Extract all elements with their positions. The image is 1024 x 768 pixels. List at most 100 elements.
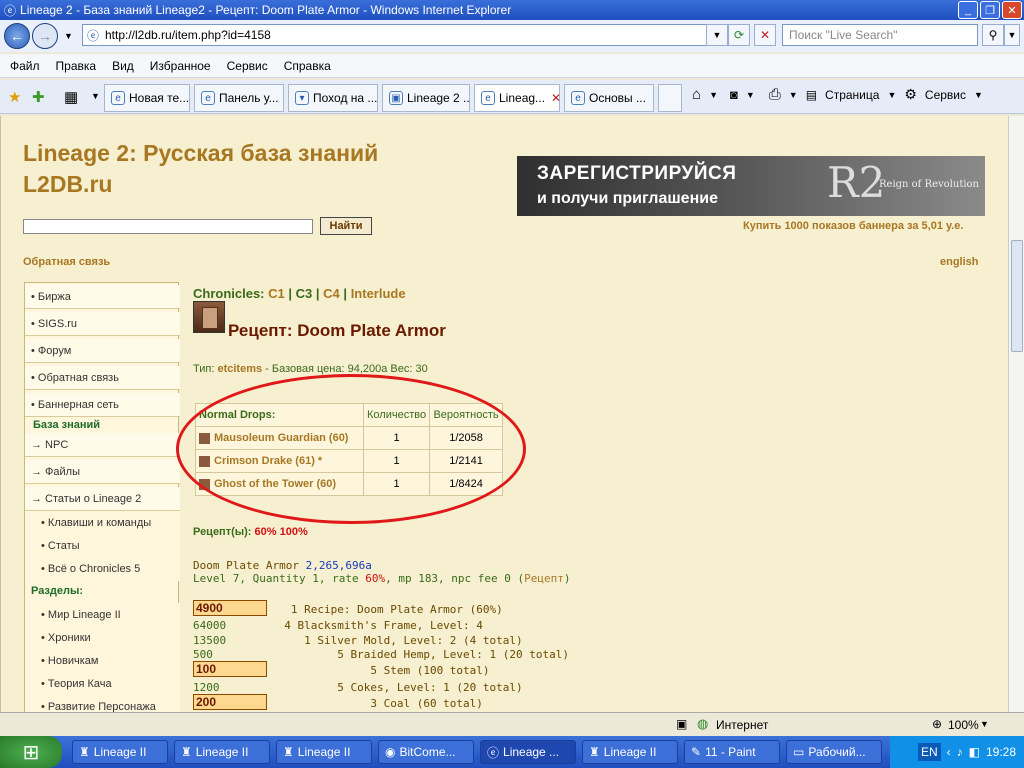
chronicle-c4-link[interactable]: C4 bbox=[323, 286, 340, 301]
taskbar-item[interactable]: ♜ Lineage II bbox=[582, 740, 678, 764]
tools-menu-button[interactable]: Сервис bbox=[925, 88, 966, 102]
tab-pohod[interactable]: ▾ Поход на ... bbox=[288, 84, 378, 112]
menu-favorites[interactable]: Избранное bbox=[150, 59, 211, 73]
window-title: Lineage 2 - База знаний Lineage2 - Рецеп… bbox=[20, 3, 512, 17]
sidebar-item-files[interactable]: → Файлы bbox=[25, 460, 180, 484]
sidebar-item-sigs[interactable]: • SIGS.ru bbox=[25, 312, 180, 336]
sidebar-item-articles[interactable]: → Статьи о Lineage 2 bbox=[25, 487, 180, 511]
tab-close-icon[interactable]: ✕ bbox=[551, 91, 559, 105]
stop-button[interactable]: ✕ bbox=[754, 24, 776, 46]
maximize-button[interactable]: ❐ bbox=[980, 1, 1000, 19]
close-button[interactable]: ✕ bbox=[1002, 1, 1022, 19]
taskbar-item[interactable]: ✎ 11 - Paint bbox=[684, 740, 780, 764]
zoom-level[interactable]: 100% bbox=[948, 718, 979, 732]
quick-tabs-icon[interactable]: ▦ bbox=[64, 88, 78, 106]
forward-button[interactable]: → bbox=[32, 23, 58, 49]
language-indicator[interactable]: EN bbox=[917, 743, 941, 761]
start-button[interactable]: ⊞ bbox=[0, 736, 62, 768]
sidebar-subitem-stats[interactable]: • Статы bbox=[25, 534, 180, 558]
back-button[interactable]: ← bbox=[4, 23, 30, 49]
sidebar-section-leveling[interactable]: • Теория Кача bbox=[25, 672, 180, 696]
chronicle-interlude-link[interactable]: Interlude bbox=[351, 286, 406, 301]
favorites-star-icon[interactable]: ★ bbox=[8, 88, 21, 106]
recipe-rate-60-link[interactable]: 60% bbox=[255, 526, 277, 538]
scrollbar-thumb[interactable] bbox=[1011, 240, 1023, 352]
zoom-dropdown-icon[interactable]: ▼ bbox=[980, 719, 989, 729]
quantity-input[interactable]: 100 bbox=[193, 661, 267, 677]
live-search-input[interactable]: Поиск "Live Search" bbox=[782, 24, 978, 46]
feedback-link[interactable]: Обратная связь bbox=[23, 256, 110, 268]
sidebar-item-forum[interactable]: • Форум bbox=[25, 339, 180, 363]
feeds-icon[interactable]: ◙ bbox=[730, 87, 738, 102]
refresh-button[interactable]: ⟳ bbox=[728, 24, 750, 46]
sidebar-section-character[interactable]: • Развитие Персонажа bbox=[25, 695, 180, 712]
network-icon[interactable]: ◧ bbox=[969, 745, 980, 759]
chronicle-c1-link[interactable]: C1 bbox=[268, 286, 285, 301]
sidebar-item-banner-network[interactable]: • Баннерная сеть bbox=[25, 393, 180, 417]
taskbar-item-active[interactable]: ⓔ Lineage ... bbox=[480, 740, 576, 764]
type-link[interactable]: etcitems bbox=[217, 363, 262, 375]
search-button[interactable]: ⚲ bbox=[982, 24, 1004, 46]
history-dropdown-icon[interactable]: ▼ bbox=[64, 31, 73, 41]
menu-file[interactable]: Файл bbox=[10, 59, 40, 73]
taskbar-item[interactable]: ♜ Lineage II bbox=[276, 740, 372, 764]
address-field[interactable]: ⓔ http://l2db.ru/item.php?id=4158 bbox=[82, 24, 722, 46]
menu-view[interactable]: Вид bbox=[112, 59, 134, 73]
menu-edit[interactable]: Правка bbox=[56, 59, 97, 73]
zoom-icon[interactable]: ⊕ bbox=[932, 717, 942, 731]
clock[interactable]: 19:28 bbox=[986, 745, 1016, 759]
sidebar-subitem-keys[interactable]: • Клавиши и команды bbox=[25, 511, 180, 535]
tab-new[interactable]: e Новая те... bbox=[104, 84, 190, 112]
taskbar-item[interactable]: ♜ Lineage II bbox=[174, 740, 270, 764]
new-tab-button[interactable] bbox=[658, 84, 682, 112]
sidebar-section-newbies[interactable]: • Новичкам bbox=[25, 649, 180, 673]
taskbar-item[interactable]: ▭ Рабочий... bbox=[786, 740, 882, 764]
tab-list-dropdown-icon[interactable]: ▼ bbox=[91, 91, 100, 101]
page-menu-button[interactable]: Страница bbox=[825, 88, 879, 102]
quantity-input[interactable]: 200 bbox=[193, 694, 267, 710]
print-dropdown-icon[interactable]: ▼ bbox=[789, 90, 798, 100]
sidebar-item-npc[interactable]: → NPC bbox=[25, 433, 180, 457]
tab-lineage2[interactable]: ▣ Lineage 2 ... bbox=[382, 84, 470, 112]
sidebar-item-feedback[interactable]: • Обратная связь bbox=[25, 366, 180, 390]
drop-monster-link[interactable]: Crimson Drake (61) * bbox=[214, 455, 322, 467]
minimize-button[interactable]: _ bbox=[958, 1, 978, 19]
buy-banner-link[interactable]: Купить 1000 показов баннера за 5,01 у.е. bbox=[743, 220, 963, 232]
tray-arrow-icon[interactable]: ‹ bbox=[947, 745, 951, 759]
sidebar-section-chronicles[interactable]: • Хроники bbox=[25, 626, 180, 650]
sidebar-subitem-chronicles5[interactable]: • Всё о Chronicles 5 bbox=[25, 557, 180, 581]
tab-panel[interactable]: e Панель у... bbox=[194, 84, 284, 112]
menu-tools[interactable]: Сервис bbox=[227, 59, 268, 73]
sidebar-item-birzha[interactable]: • Биржа bbox=[25, 285, 180, 309]
monster-icon bbox=[199, 432, 210, 444]
add-favorite-icon[interactable]: ✚ bbox=[32, 88, 45, 106]
print-icon[interactable]: ⎙ bbox=[769, 86, 781, 103]
drop-monster-link[interactable]: Ghost of the Tower (60) bbox=[214, 478, 336, 490]
english-link[interactable]: english bbox=[940, 256, 979, 268]
lineage-icon: ♜ bbox=[79, 745, 90, 759]
site-title[interactable]: Lineage 2: Русская база знаний L2DB.ru bbox=[23, 138, 378, 200]
site-search-button[interactable]: Найти bbox=[320, 217, 372, 235]
recipe-link[interactable]: Рецепт bbox=[524, 572, 564, 585]
address-dropdown-button[interactable]: ▼ bbox=[706, 24, 728, 46]
sidebar-section-world[interactable]: • Мир Lineage II bbox=[25, 603, 180, 627]
drop-monster-link[interactable]: Mausoleum Guardian (60) bbox=[214, 432, 348, 444]
page-menu-dropdown-icon[interactable]: ▼ bbox=[887, 90, 896, 100]
menu-help[interactable]: Справка bbox=[284, 59, 331, 73]
home-icon[interactable]: ⌂ bbox=[692, 86, 701, 103]
volume-icon[interactable]: ♪ bbox=[957, 745, 963, 759]
search-options-button[interactable]: ▼ bbox=[1004, 24, 1020, 46]
vertical-scrollbar[interactable] bbox=[1008, 116, 1024, 712]
quantity-input[interactable]: 4900 bbox=[193, 600, 267, 616]
tab-osnovy[interactable]: e Основы ... bbox=[564, 84, 654, 112]
taskbar-item[interactable]: ♜ Lineage II bbox=[72, 740, 168, 764]
tools-menu-dropdown-icon[interactable]: ▼ bbox=[974, 90, 983, 100]
recipe-rate-100-link[interactable]: 100% bbox=[280, 526, 308, 538]
home-dropdown-icon[interactable]: ▼ bbox=[709, 90, 718, 100]
ad-banner[interactable]: ЗАРЕГИСТРИРУЙСЯ и получи приглашение R2 … bbox=[517, 156, 985, 216]
tab-lineag-active[interactable]: eLineag...✕ bbox=[474, 84, 560, 112]
chronicle-c3-link[interactable]: C3 bbox=[296, 286, 313, 301]
feeds-dropdown-icon[interactable]: ▼ bbox=[746, 90, 755, 100]
taskbar-item[interactable]: ◉ BitCome... bbox=[378, 740, 474, 764]
site-search-input[interactable] bbox=[23, 219, 313, 234]
